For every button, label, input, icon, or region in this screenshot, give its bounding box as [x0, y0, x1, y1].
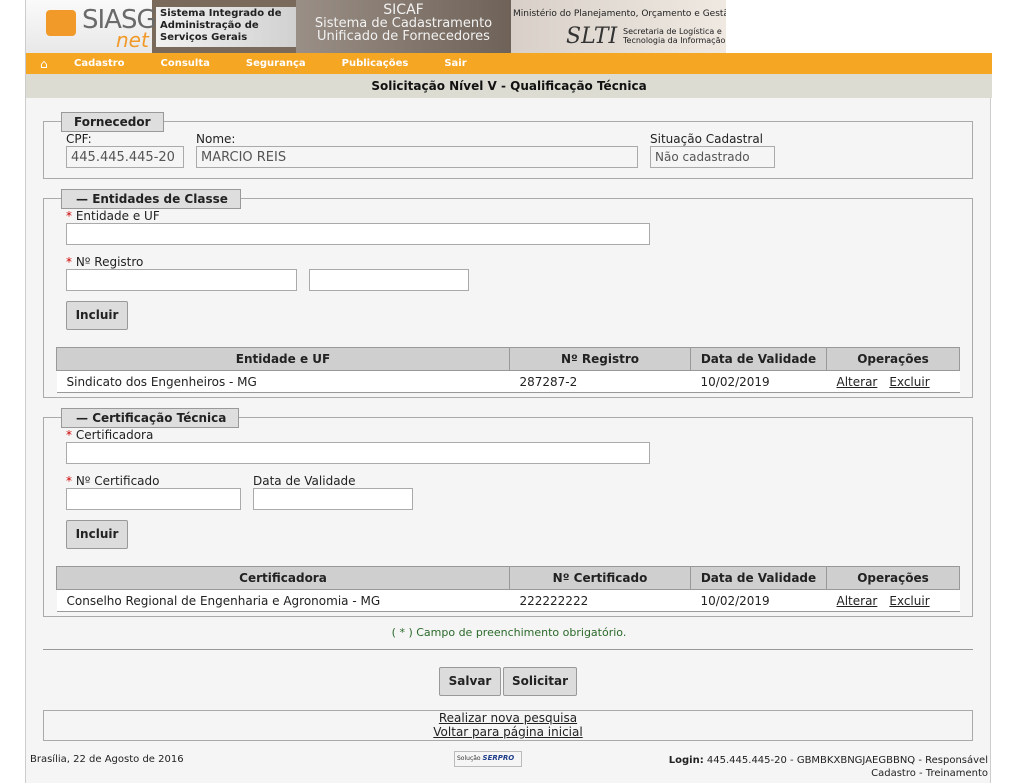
login-info: Login: 445.445.445-20 - GBMBKXBNGJAEGBBN… — [669, 754, 988, 780]
nova-pesquisa-link[interactable]: Realizar nova pesquisa — [44, 711, 972, 725]
page: SIASG net Sistema Integrado de Administr… — [25, 0, 992, 783]
cell-validade: 10/02/2019 — [690, 589, 827, 612]
login-label: Login: — [668, 755, 704, 766]
certificacao-legend[interactable]: — Certificação Técnica — [61, 408, 240, 428]
entidade-label: * Entidade e UF — [66, 209, 160, 223]
siasg-logo: SIASG net — [26, 0, 157, 53]
fornecedor-section: Fornecedor CPF: Nome: Situação Cadastral — [43, 112, 973, 179]
col-validade: Data de Validade — [690, 347, 827, 371]
incluir-certificado-button[interactable]: Incluir — [66, 520, 128, 549]
data-validade-input[interactable] — [253, 488, 413, 510]
ministry-banner: Ministério do Planejamento, Orçamento e … — [511, 0, 726, 53]
cell-operacoes: Alterar Excluir — [826, 589, 960, 612]
login-role: Cadastro - Treinamento — [871, 768, 988, 779]
nav-cadastro[interactable]: Cadastro — [74, 58, 125, 69]
cpf-field — [66, 146, 184, 168]
col-certificadora: Certificadora — [56, 566, 510, 590]
home-icon[interactable]: ⌂ — [40, 57, 54, 71]
entidades-legend-label: Entidades de Classe — [92, 192, 228, 206]
required-note: ( * ) Campo de preenchimento obrigatório… — [391, 626, 627, 639]
entidades-table: Entidade e UF Nº Registro Data de Valida… — [56, 347, 960, 393]
certificacao-table: Certificadora Nº Certificado Data de Val… — [56, 566, 960, 612]
registro-input[interactable] — [66, 269, 297, 291]
page-title: Solicitação Nível V - Qualificação Técni… — [26, 74, 992, 98]
header-blank — [726, 0, 992, 53]
certificacao-section: — Certificação Técnica * Certificadora *… — [43, 408, 973, 617]
logo-suffix: net — [116, 28, 149, 52]
location-date: Brasília, 22 de Agosto de 2016 — [30, 754, 184, 765]
status-bar: Brasília, 22 de Agosto de 2016 Solução S… — [26, 751, 992, 783]
cell-operacoes: Alterar Excluir — [826, 370, 960, 393]
cell-certificadora: Conselho Regional de Engenharia e Agrono… — [56, 589, 510, 612]
fornecedor-legend: Fornecedor — [61, 112, 164, 132]
nav-seguranca[interactable]: Segurança — [246, 58, 306, 69]
divider — [43, 649, 973, 650]
entidade-select[interactable] — [66, 223, 650, 245]
incluir-entidade-button[interactable]: Incluir — [66, 301, 128, 330]
certificadora-label: * Certificadora — [66, 428, 154, 442]
col-operacoes: Operações — [826, 347, 960, 371]
nome-field — [196, 146, 638, 168]
table-row: Sindicato dos Engenheiros - MG 287287-2 … — [56, 370, 960, 393]
col-registro: Nº Registro — [509, 347, 691, 371]
cell-certificado: 222222222 — [509, 589, 691, 612]
col-validade: Data de Validade — [690, 566, 827, 590]
salvar-button[interactable]: Salvar — [439, 667, 501, 696]
serpro-name: SERPRO — [482, 754, 515, 762]
data-validade-label: Data de Validade — [253, 474, 356, 488]
secretaria-name: Secretaria de Logística e Tecnologia da … — [623, 27, 726, 45]
ministry-name: Ministério do Planejamento, Orçamento e … — [513, 9, 726, 19]
entidades-table-header: Entidade e UF Nº Registro Data de Valida… — [56, 347, 960, 371]
alterar-link[interactable]: Alterar — [837, 594, 878, 608]
sicaf-banner: SICAF Sistema de Cadastramento Unificado… — [296, 0, 511, 53]
sicaf-line2: Unificado de Fornecedores — [317, 29, 490, 44]
certificacao-table-header: Certificadora Nº Certificado Data de Val… — [56, 566, 960, 590]
slti-logo: SLTI — [566, 24, 618, 49]
excluir-link[interactable]: Excluir — [889, 594, 929, 608]
cell-validade: 10/02/2019 — [690, 370, 827, 393]
footer-links: Realizar nova pesquisa Voltar para págin… — [43, 710, 973, 741]
entidades-section: — Entidades de Classe * Entidade e UF * … — [43, 189, 973, 398]
table-row: Conselho Regional de Engenharia e Agrono… — [56, 589, 960, 612]
nav-publicacoes[interactable]: Publicações — [342, 58, 409, 69]
situacao-label: Situação Cadastral — [650, 132, 764, 146]
col-operacoes: Operações — [826, 566, 960, 590]
main-nav: ⌂ Cadastro Consulta Segurança Publicaçõe… — [26, 53, 992, 74]
header-banner: SIASG net Sistema Integrado de Administr… — [26, 0, 726, 53]
voltar-link[interactable]: Voltar para página inicial — [44, 725, 972, 739]
certificado-label: * Nº Certificado — [66, 474, 160, 488]
cpf-label: CPF: — [66, 132, 92, 146]
col-entidade: Entidade e UF — [56, 347, 510, 371]
serpro-logo: Solução SERPRO — [454, 751, 522, 767]
col-certificado: Nº Certificado — [509, 566, 691, 590]
certificado-input[interactable] — [66, 488, 241, 510]
collapse-icon: — — [76, 192, 88, 206]
siasg-logo-mark-icon — [46, 10, 76, 36]
nome-label: Nome: — [196, 132, 236, 146]
certificadora-input[interactable] — [66, 442, 650, 464]
solicitar-button[interactable]: Solicitar — [503, 667, 577, 696]
entidades-legend[interactable]: — Entidades de Classe — [61, 189, 241, 209]
login-value: 445.445.445-20 - GBMBKXBNGJAEGBBNQ - Res… — [706, 755, 988, 766]
nav-sair[interactable]: Sair — [444, 58, 466, 69]
nav-consulta[interactable]: Consulta — [161, 58, 210, 69]
situacao-field — [650, 146, 775, 168]
certificacao-legend-label: Certificação Técnica — [92, 411, 227, 425]
alterar-link[interactable]: Alterar — [837, 375, 878, 389]
system-name: Sistema Integrado de Administração de Se… — [156, 7, 304, 47]
collapse-icon: — — [76, 411, 88, 425]
registro-label: * Nº Registro — [66, 255, 144, 269]
cell-entidade: Sindicato dos Engenheiros - MG — [56, 370, 510, 393]
cell-registro: 287287-2 — [509, 370, 691, 393]
registro-complement-input[interactable] — [309, 269, 469, 291]
excluir-link[interactable]: Excluir — [889, 375, 929, 389]
